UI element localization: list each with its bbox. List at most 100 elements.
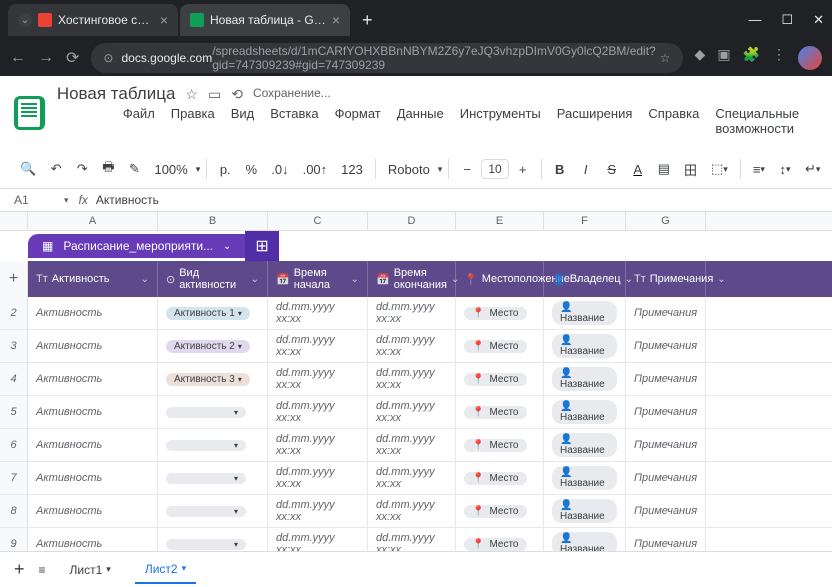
document-title[interactable]: Новая таблица	[57, 84, 176, 104]
font-select[interactable]: Roboto	[382, 158, 436, 181]
owner-chip[interactable]: 👤 Название	[552, 466, 617, 490]
cell-activity[interactable]: Активность	[28, 396, 158, 428]
cell-start[interactable]: dd.mm.yyyy xx:xx	[268, 528, 368, 551]
star-icon[interactable]: ☆	[660, 51, 671, 65]
activity-chip-empty[interactable]: ▾	[166, 473, 246, 484]
row-header[interactable]: 6	[0, 429, 28, 461]
col-header[interactable]: D	[368, 212, 456, 230]
profile-avatar[interactable]	[798, 46, 822, 70]
cell-type[interactable]: ▾	[158, 396, 268, 428]
cell-start[interactable]: dd.mm.yyyy xx:xx	[268, 462, 368, 494]
cell-type[interactable]: ▾	[158, 495, 268, 527]
cloud-status-icon[interactable]: ⟲	[231, 86, 243, 103]
owner-chip[interactable]: 👤 Название	[552, 433, 617, 457]
menu-button[interactable]: ⋮	[772, 46, 786, 70]
table-header-owner[interactable]: 👤Владелец⌄	[544, 261, 626, 297]
sheet-tab[interactable]: Лист1 ▾	[60, 557, 121, 583]
reload-button[interactable]: ⟳	[66, 48, 79, 68]
row-header[interactable]: 9	[0, 528, 28, 551]
activity-chip-empty[interactable]: ▾	[166, 440, 246, 451]
menu-extensions[interactable]: Расширения	[551, 104, 639, 138]
activity-chip[interactable]: Активность 1▾	[166, 307, 250, 320]
location-chip[interactable]: 📍Место	[464, 373, 527, 386]
table-header-location[interactable]: 📍Местоположение⌄	[456, 261, 544, 297]
sheet-tab-active[interactable]: Лист2 ▾	[135, 556, 196, 584]
owner-chip[interactable]: 👤 Название	[552, 334, 617, 358]
cell-type[interactable]: Активность 1▾	[158, 297, 268, 329]
back-button[interactable]: ←	[10, 49, 26, 67]
owner-chip[interactable]: 👤 Название	[552, 499, 617, 523]
owner-chip[interactable]: 👤 Название	[552, 400, 617, 424]
table-header-type[interactable]: ⊙Вид активности⌄	[158, 261, 268, 297]
cell-owner[interactable]: 👤 Название	[544, 330, 626, 362]
activity-chip-empty[interactable]: ▾	[166, 407, 246, 418]
location-chip[interactable]: 📍Место	[464, 505, 527, 518]
col-header[interactable]: E	[456, 212, 544, 230]
cell-location[interactable]: 📍Место	[456, 528, 544, 551]
valign-button[interactable]: ↕ ▾	[773, 158, 797, 181]
cell-end[interactable]: dd.mm.yyyy xx:xx	[368, 363, 456, 395]
cell-type[interactable]: ▾	[158, 528, 268, 551]
search-button[interactable]: 🔍	[14, 157, 42, 181]
col-header[interactable]: G	[626, 212, 706, 230]
cell-notes[interactable]: Примечания	[626, 528, 706, 551]
cell-activity[interactable]: Активность	[28, 462, 158, 494]
menu-file[interactable]: Файл	[117, 104, 161, 138]
col-header[interactable]: A	[28, 212, 158, 230]
cell-location[interactable]: 📍Место	[456, 462, 544, 494]
cell-end[interactable]: dd.mm.yyyy xx:xx	[368, 429, 456, 461]
currency-button[interactable]: р.	[213, 158, 237, 181]
browser-tab[interactable]: ⌄ Хостинговое сообщество «Tim... ×	[8, 4, 178, 36]
font-size-input[interactable]: 10	[481, 159, 508, 179]
cell-location[interactable]: 📍Место	[456, 396, 544, 428]
close-icon[interactable]: ×	[332, 12, 340, 28]
cell-owner[interactable]: 👤 Название	[544, 528, 626, 551]
number-format-button[interactable]: 123	[335, 158, 369, 181]
move-icon[interactable]: ▭	[208, 86, 221, 103]
maximize-button[interactable]: ☐	[781, 12, 793, 28]
cell-start[interactable]: dd.mm.yyyy xx:xx	[268, 495, 368, 527]
extension-icon[interactable]: ◆	[695, 46, 706, 70]
cell-start[interactable]: dd.mm.yyyy xx:xx	[268, 429, 368, 461]
menu-format[interactable]: Формат	[329, 104, 387, 138]
activity-chip[interactable]: Активность 2▾	[166, 340, 250, 353]
browser-tab-active[interactable]: Новая таблица - Google Табл... ×	[180, 4, 350, 36]
percent-button[interactable]: %	[239, 158, 263, 181]
cell-end[interactable]: dd.mm.yyyy xx:xx	[368, 462, 456, 494]
cell-end[interactable]: dd.mm.yyyy xx:xx	[368, 528, 456, 551]
cell-location[interactable]: 📍Место	[456, 330, 544, 362]
halign-button[interactable]: ≡ ▾	[747, 158, 771, 181]
cell-type[interactable]: ▾	[158, 462, 268, 494]
table-expand-button[interactable]: ⊞	[245, 231, 278, 261]
row-header[interactable]: 4	[0, 363, 28, 395]
cell-notes[interactable]: Примечания	[626, 330, 706, 362]
row-header[interactable]: 2	[0, 297, 28, 329]
close-icon[interactable]: ×	[160, 12, 168, 28]
font-increase-button[interactable]: +	[511, 158, 535, 181]
undo-button[interactable]: ↶	[44, 157, 68, 181]
borders-button[interactable]: 田	[678, 156, 703, 183]
rotate-button[interactable]: ∠ ▾	[828, 157, 832, 181]
merge-button[interactable]: ⬚ ▾	[705, 157, 734, 181]
wrap-button[interactable]: ↵ ▾	[799, 157, 826, 181]
decimal-decrease-button[interactable]: .0↓	[265, 158, 294, 181]
location-chip[interactable]: 📍Место	[464, 472, 527, 485]
activity-chip-empty[interactable]: ▾	[166, 506, 246, 517]
name-box[interactable]: A1	[14, 193, 54, 207]
cell-activity[interactable]: Активность	[28, 495, 158, 527]
print-button[interactable]: 🖶	[96, 154, 120, 184]
cell-notes[interactable]: Примечания	[626, 363, 706, 395]
add-sheet-button[interactable]: +	[14, 559, 25, 580]
italic-button[interactable]: I	[574, 158, 598, 181]
menu-tools[interactable]: Инструменты	[454, 104, 547, 138]
forward-button[interactable]: →	[38, 49, 54, 67]
cell-type[interactable]: ▾	[158, 429, 268, 461]
location-chip[interactable]: 📍Место	[464, 439, 527, 452]
menu-insert[interactable]: Вставка	[264, 104, 324, 138]
col-header[interactable]: C	[268, 212, 368, 230]
cell-location[interactable]: 📍Место	[456, 363, 544, 395]
menu-edit[interactable]: Правка	[165, 104, 221, 138]
font-decrease-button[interactable]: −	[455, 158, 479, 181]
row-header[interactable]: 7	[0, 462, 28, 494]
cell-owner[interactable]: 👤 Название	[544, 429, 626, 461]
